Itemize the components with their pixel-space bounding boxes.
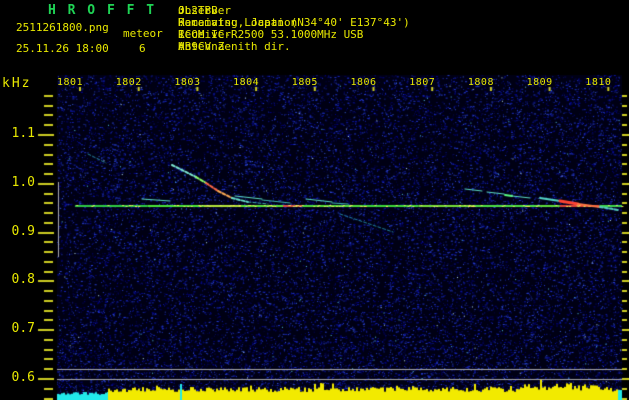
spectrogram-canvas	[0, 0, 629, 400]
x-tick-label: 1804	[233, 77, 260, 88]
mode-label: meteor	[123, 27, 163, 40]
meteor-count: 6	[139, 42, 146, 55]
x-tick-label: 1809	[526, 77, 553, 88]
x-tick-label: 1810	[585, 77, 612, 88]
x-tick-label: 1807	[409, 77, 436, 88]
x-tick-label: 1801	[57, 77, 84, 88]
y-tick-label: 1.1	[11, 126, 35, 141]
hrofft-screen: H R O F F T 2511261800.png meteor 25.11.…	[0, 0, 629, 400]
field-colon: :	[178, 40, 185, 53]
y-tick-label: 0.7	[11, 321, 35, 337]
y-tick-label: 0.6	[11, 370, 35, 385]
x-tick-label: 1806	[350, 77, 377, 88]
y-tick-label: 0.8	[11, 272, 35, 288]
datetime-label: 25.11.26 18:00	[16, 42, 109, 55]
station-field-label: Antenna	[178, 40, 225, 53]
x-tick-label: 1803	[174, 77, 201, 88]
capture-filename: 2511261800.png	[16, 21, 109, 34]
y-axis-unit: kHz	[2, 76, 32, 91]
x-tick-label: 1802	[115, 77, 142, 88]
y-tick-label: 0.9	[11, 223, 35, 239]
station-info-row: Receiving Location: Hamamatsu, Japan (N34…	[178, 17, 628, 29]
station-info: Observer: JL2TBB Receiving Location: Hamama…	[178, 5, 628, 53]
x-tick-label: 1808	[467, 77, 494, 88]
app-title: H R O F F T	[48, 3, 157, 18]
x-tick-label: 1805	[291, 77, 318, 88]
station-info-row: Antenna: HB9CV Zenith dir.	[178, 41, 628, 53]
y-tick-label: 1.0	[11, 174, 35, 190]
station-info-row: Receiver: ICOM IC-R2500 53.1000MHz USB	[178, 29, 628, 41]
